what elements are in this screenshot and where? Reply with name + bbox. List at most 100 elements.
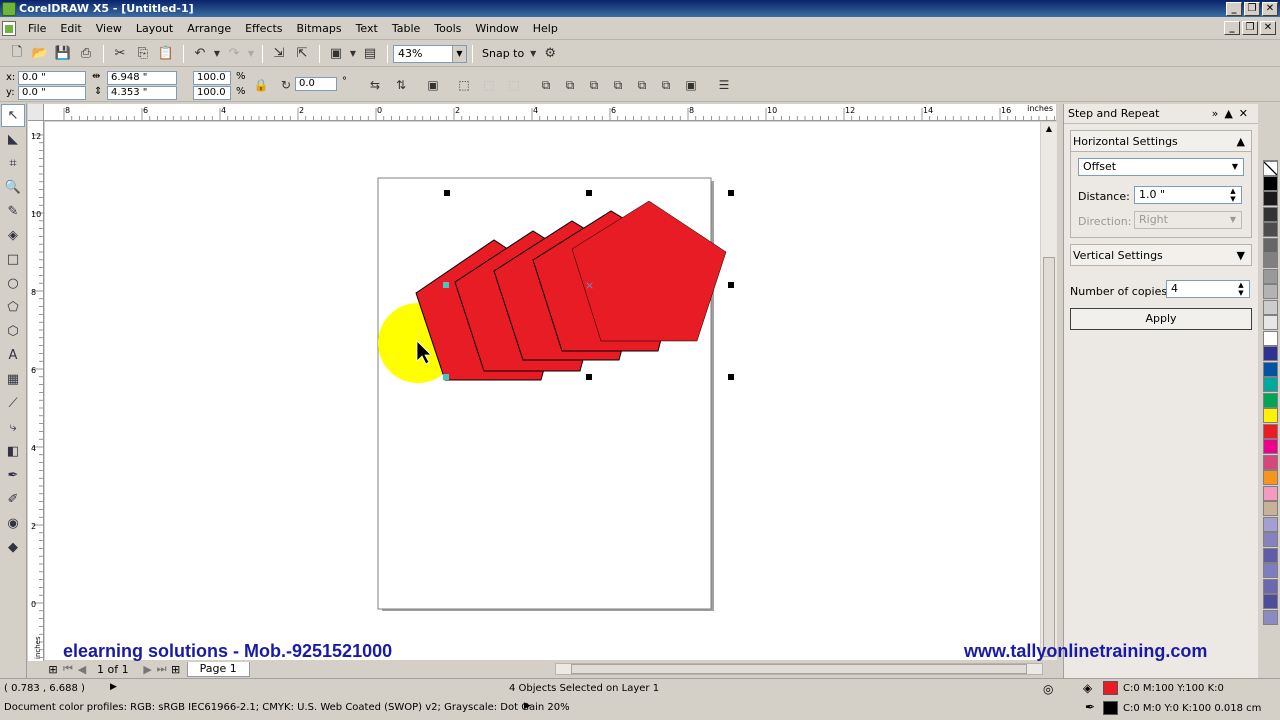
paste-icon[interactable]: 📋	[155, 44, 177, 64]
collapse-icon[interactable]: ▲	[1237, 135, 1245, 148]
close-button[interactable]: ✕	[1262, 1, 1278, 16]
text-tool-icon[interactable]: A	[1, 344, 25, 367]
chevron-down-icon[interactable]: ▼	[452, 45, 466, 62]
shape-tool-icon[interactable]: ◣	[1, 128, 25, 151]
color-swatch[interactable]	[1263, 392, 1278, 408]
outline-pen-tool-icon[interactable]: ✐	[1, 488, 25, 511]
selection-handle[interactable]	[728, 374, 734, 380]
export-icon[interactable]: ⇱	[291, 44, 313, 64]
last-page-icon[interactable]: ⏭	[155, 662, 169, 676]
y-position-field[interactable]: 0.0 "	[18, 86, 86, 100]
mirror-vertical-icon[interactable]: ⇅	[392, 76, 410, 94]
freehand-tool-icon[interactable]: ✎	[1, 200, 25, 223]
color-swatch[interactable]	[1263, 284, 1278, 299]
new-document-icon[interactable]: 🗋	[6, 44, 28, 64]
play-icon[interactable]: ▶	[110, 682, 117, 692]
intersect-icon[interactable]: ⧉	[585, 76, 603, 94]
undo-dropdown-icon[interactable]: ▼	[212, 44, 222, 64]
undo-icon[interactable]: ↶	[189, 44, 211, 64]
selection-handle[interactable]	[728, 190, 734, 196]
polygon-tool-icon[interactable]: ⬠	[1, 296, 25, 319]
color-swatch[interactable]	[1263, 253, 1278, 268]
lock-ratio-icon[interactable]: 🔒	[252, 76, 270, 94]
open-folder-icon[interactable]: 📂	[29, 44, 51, 64]
scale-y-field[interactable]: 100.0	[193, 86, 231, 100]
zoom-tool-icon[interactable]: 🔍	[1, 176, 25, 199]
table-tool-icon[interactable]: ▦	[1, 368, 25, 391]
coreldraw-app-icon[interactable]	[2, 1, 16, 16]
play-icon[interactable]: ▶	[524, 701, 531, 711]
crop-tool-icon[interactable]: ⌗	[1, 152, 25, 175]
fill-color-swatch[interactable]	[1103, 681, 1118, 695]
drawing-canvas[interactable]: ×	[45, 122, 1040, 660]
color-swatch[interactable]	[1263, 516, 1278, 532]
basic-shapes-tool-icon[interactable]: ⬡	[1, 320, 25, 343]
first-page-icon[interactable]: ⏮	[61, 662, 75, 676]
node-handle[interactable]	[443, 374, 449, 380]
zoom-level-combo[interactable]: 43% ▼	[393, 44, 467, 63]
menu-view[interactable]: View	[96, 22, 122, 35]
menu-help[interactable]: Help	[533, 22, 558, 35]
object-width-field[interactable]: 6.948 "	[107, 71, 177, 85]
next-page-icon[interactable]: ▶	[141, 663, 155, 676]
combine-icon[interactable]: ⬚	[505, 76, 523, 94]
apply-button[interactable]: Apply	[1070, 308, 1252, 330]
color-swatch[interactable]	[1263, 206, 1278, 222]
dimension-tool-icon[interactable]: ⟋	[1, 392, 25, 415]
color-swatch[interactable]	[1263, 594, 1278, 609]
scrollbar-thumb[interactable]	[571, 664, 1027, 674]
color-swatch[interactable]	[1263, 268, 1278, 284]
color-swatch[interactable]	[1263, 609, 1278, 625]
snap-dropdown-icon[interactable]: ▼	[528, 44, 538, 64]
color-swatch[interactable]	[1263, 578, 1278, 594]
horizontal-mode-select[interactable]: Offset ▼	[1078, 158, 1244, 176]
color-swatch[interactable]	[1263, 330, 1278, 346]
color-profiles[interactable]: Document color profiles: RGB: sRGB IEC61…	[4, 702, 570, 713]
page-tab[interactable]: Page 1	[186, 661, 250, 677]
color-swatch[interactable]	[1263, 454, 1278, 470]
selection-handle[interactable]	[444, 190, 450, 196]
horizontal-settings-header[interactable]: Horizontal Settings ▲	[1070, 130, 1252, 152]
cut-icon[interactable]: ✂	[109, 44, 131, 64]
menu-table[interactable]: Table	[392, 22, 420, 35]
color-swatch[interactable]	[1263, 408, 1278, 423]
doc-restore-button[interactable]: ❐	[1242, 21, 1258, 35]
snap-to-button[interactable]: Snap to	[482, 47, 524, 60]
fill-tool-icon[interactable]: ◉	[1, 512, 25, 535]
spin-icon[interactable]: ▲ ▼	[1233, 281, 1249, 297]
document-icon[interactable]	[2, 21, 16, 36]
chevron-down-icon[interactable]: ▼	[1237, 249, 1245, 262]
color-swatch[interactable]	[1263, 377, 1278, 392]
mirror-horizontal-icon[interactable]: ⇆	[366, 76, 384, 94]
launcher-dropdown-icon[interactable]: ▼	[348, 44, 358, 64]
color-swatch[interactable]	[1263, 315, 1278, 330]
restore-button[interactable]: ❐	[1244, 1, 1260, 16]
menu-window[interactable]: Window	[475, 22, 518, 35]
ruler-origin-icon[interactable]	[28, 104, 44, 121]
interactive-fill-tool-icon[interactable]: ◆	[1, 536, 25, 559]
color-swatch[interactable]	[1263, 470, 1278, 485]
ungroup-all-icon[interactable]: ⬚	[480, 76, 498, 94]
menu-arrange[interactable]: Arrange	[187, 22, 231, 35]
doc-close-button[interactable]: ✕	[1260, 21, 1276, 35]
node-handle[interactable]	[443, 282, 449, 288]
connector-tool-icon[interactable]: ⤷	[1, 416, 25, 439]
pick-tool-icon[interactable]: ↖	[1, 104, 25, 127]
no-fill-swatch[interactable]	[1263, 161, 1278, 176]
vertical-ruler[interactable]: 12 10 8 6 4 2 0 inches	[28, 121, 44, 661]
chevron-down-icon[interactable]: ▼	[1225, 212, 1241, 228]
color-swatch[interactable]	[1263, 439, 1278, 454]
color-swatch[interactable]	[1263, 547, 1278, 563]
object-height-field[interactable]: 4.353 "	[107, 86, 177, 100]
back-minus-front-icon[interactable]: ⧉	[657, 76, 675, 94]
horizontal-ruler[interactable]: 8 6 4 2 0 2 4 6 8 10 12 14 16 inches	[44, 104, 1056, 121]
menu-text[interactable]: Text	[356, 22, 378, 35]
scale-x-field[interactable]: 100.0	[193, 71, 231, 85]
trim-icon[interactable]: ⧉	[561, 76, 579, 94]
rectangle-tool-icon[interactable]: □	[1, 248, 25, 271]
prev-page-icon[interactable]: ◀	[75, 663, 89, 676]
chevron-down-icon[interactable]: ▼	[1227, 159, 1243, 175]
copy-icon[interactable]: ⎘	[132, 44, 154, 64]
application-launcher-icon[interactable]: ▣	[325, 44, 347, 64]
minimize-button[interactable]: _	[1226, 1, 1242, 16]
